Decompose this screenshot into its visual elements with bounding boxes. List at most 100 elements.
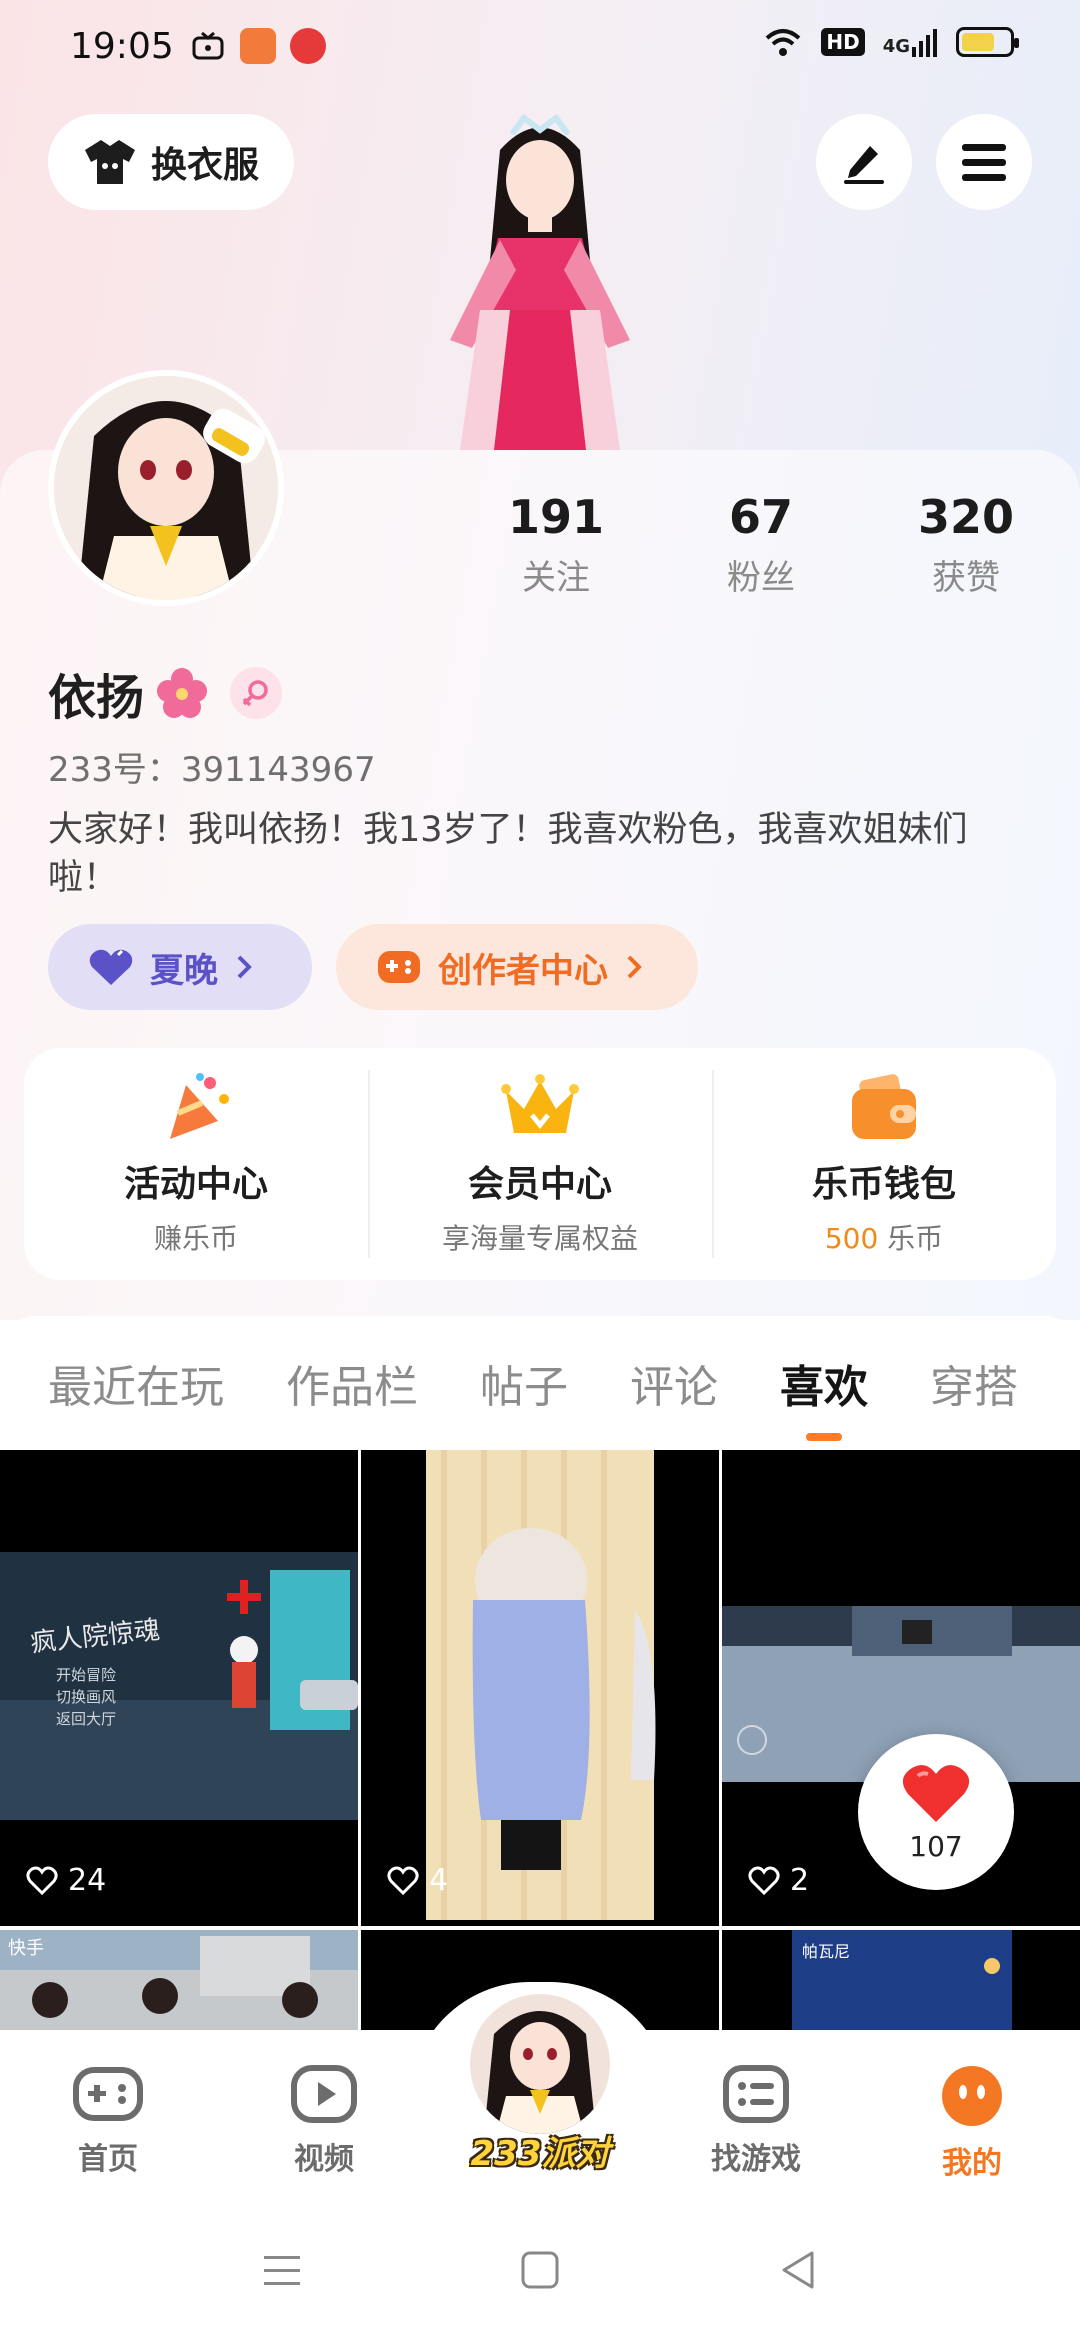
edit-profile-button[interactable] xyxy=(816,114,912,210)
member-center-entry[interactable]: 会员中心 享海量专属权益 xyxy=(368,1048,712,1280)
creator-center-button[interactable]: 创作者中心 xyxy=(336,924,698,1010)
bottom-navigation: 首页 视频 233派对 找游戏 我的 xyxy=(0,1982,1080,2200)
heart-outline-icon xyxy=(387,1866,419,1895)
video-caption: 帕瓦尼 xyxy=(802,1942,851,1961)
coin-balance: 500 xyxy=(824,1222,879,1255)
tab-works[interactable]: 作品栏 xyxy=(286,1351,418,1415)
creator-center-label: 创作者中心 xyxy=(438,950,608,991)
like-count: 4 xyxy=(387,1863,448,1898)
nav-find-games-label: 找游戏 xyxy=(711,2142,801,2177)
chevron-right-icon xyxy=(237,955,252,979)
system-navigation-bar xyxy=(0,2200,1080,2340)
heart-icon xyxy=(902,1764,970,1822)
nav-party-label[interactable]: 233派对 xyxy=(430,2126,650,2175)
user-id: 233号：391143967 xyxy=(48,750,376,790)
avatar[interactable] xyxy=(48,370,284,606)
club-tag-button[interactable]: 夏晚 xyxy=(48,924,312,1010)
shirt-icon xyxy=(84,140,135,184)
activity-center-title: 活动中心 xyxy=(123,1164,268,1205)
like-count-value: 2 xyxy=(790,1863,810,1898)
video-thumbnail[interactable]: 帕瓦尼 xyxy=(722,1930,1080,2030)
game-menu: 开始冒险 切换画风 返回大厅 xyxy=(56,1664,116,1730)
nav-party-avatar[interactable] xyxy=(470,1994,610,2134)
list-icon xyxy=(723,2065,789,2123)
flower-icon xyxy=(157,668,208,718)
status-right: HD 4G xyxy=(763,26,1019,58)
book-app-icon xyxy=(240,28,276,64)
tab-comments[interactable]: 评论 xyxy=(630,1351,718,1415)
like-count-value: 4 xyxy=(429,1863,449,1898)
like-count-value: 24 xyxy=(68,1863,107,1898)
floating-like-button[interactable]: 107 xyxy=(858,1734,1014,1890)
heart-outline-icon xyxy=(26,1866,58,1895)
home-icon[interactable] xyxy=(520,2250,560,2290)
tab-likes[interactable]: 喜欢 xyxy=(780,1351,868,1415)
tab-recently-played[interactable]: 最近在玩 xyxy=(48,1351,224,1415)
heart-outline-icon xyxy=(748,1866,780,1895)
video-thumbnail[interactable]: 4 xyxy=(361,1450,719,1926)
nav-home[interactable]: 首页 xyxy=(48,2064,168,2178)
gamepad-icon xyxy=(378,951,420,983)
status-bar: 19:05 HD 4G xyxy=(0,0,1080,96)
nav-me[interactable]: 我的 xyxy=(912,2064,1032,2182)
wallet-icon xyxy=(852,1074,916,1139)
nav-home-label: 首页 xyxy=(78,2142,138,2177)
coin-unit: 乐币 xyxy=(887,1222,944,1255)
game-menu-item: 开始冒险 xyxy=(56,1666,117,1684)
crown-icon xyxy=(501,1074,579,1133)
menu-button[interactable] xyxy=(936,114,1032,210)
recent-apps-icon[interactable] xyxy=(262,2250,302,2290)
like-count: 2 xyxy=(748,1863,809,1898)
battery-icon xyxy=(956,27,1019,57)
content-tabs: 最近在玩 作品栏 帖子 评论 喜欢 穿搭 xyxy=(0,1316,1080,1450)
stat-likes[interactable]: 320 获赞 xyxy=(886,490,1046,599)
stat-likes-label: 获赞 xyxy=(932,558,1000,598)
tab-outfits[interactable]: 穿搭 xyxy=(930,1351,1018,1415)
username: 依扬 xyxy=(48,670,145,726)
change-outfit-label: 换衣服 xyxy=(150,145,259,186)
status-time: 19:05 xyxy=(70,26,174,67)
signal-icon xyxy=(912,29,937,57)
coin-wallet-entry[interactable]: 乐币钱包 500 乐币 xyxy=(712,1048,1056,1280)
user-bio: 大家好！我叫依扬！我13岁了！我喜欢粉色，我喜欢姐妹们啦！ xyxy=(48,810,968,898)
back-icon[interactable] xyxy=(778,2250,818,2290)
game-menu-item: 切换画风 xyxy=(56,1688,117,1706)
club-tag-label: 夏晚 xyxy=(150,950,218,991)
game-menu-item: 返回大厅 xyxy=(56,1710,117,1728)
hd-badge: HD xyxy=(821,28,865,56)
nav-video-label: 视频 xyxy=(294,2142,354,2177)
tab-posts[interactable]: 帖子 xyxy=(480,1351,568,1415)
network-label: 4G xyxy=(883,27,938,57)
face-icon xyxy=(942,2066,1002,2126)
coin-wallet-sub: 500 乐币 xyxy=(825,1217,943,1257)
party-popper-icon xyxy=(170,1073,229,1139)
member-center-sub: 享海量专属权益 xyxy=(441,1222,638,1255)
username-row: 依扬 xyxy=(48,658,283,728)
like-count: 24 xyxy=(26,1863,106,1898)
member-center-title: 会员中心 xyxy=(467,1164,612,1205)
stat-following-value: 191 xyxy=(507,490,605,544)
gamepad-icon xyxy=(73,2067,143,2121)
coin-wallet-title: 乐币钱包 xyxy=(811,1164,956,1205)
nav-video[interactable]: 视频 xyxy=(264,2064,384,2178)
pencil-icon xyxy=(844,146,884,184)
video-thumbnail[interactable]: 疯人院惊魂 开始冒险 切换画风 返回大厅 24 xyxy=(0,1450,358,1926)
stat-fans-value: 67 xyxy=(728,490,793,544)
stat-fans[interactable]: 67 粉丝 xyxy=(681,490,841,599)
heart-icon xyxy=(89,949,133,985)
nav-me-label: 我的 xyxy=(942,2146,1002,2181)
video-caption: 快手 xyxy=(8,1938,44,1959)
stat-following[interactable]: 191 关注 xyxy=(476,490,636,599)
play-icon xyxy=(291,2065,357,2123)
feature-card: 活动中心 赚乐币 会员中心 享海量专属权益 乐币钱包 500 乐币 xyxy=(24,1048,1056,1280)
floating-like-count: 107 xyxy=(909,1829,963,1863)
activity-center-entry[interactable]: 活动中心 赚乐币 xyxy=(24,1048,368,1280)
tv-app-icon xyxy=(190,28,226,64)
nav-find-games[interactable]: 找游戏 xyxy=(696,2064,816,2178)
menu-icon xyxy=(962,144,1006,181)
change-outfit-button[interactable]: 换衣服 xyxy=(48,114,294,210)
character-avatar-figure[interactable] xyxy=(420,110,660,450)
stat-following-label: 关注 xyxy=(522,558,590,598)
wifi-icon xyxy=(766,29,801,56)
video-thumbnail[interactable]: 快手 xyxy=(0,1930,358,2030)
